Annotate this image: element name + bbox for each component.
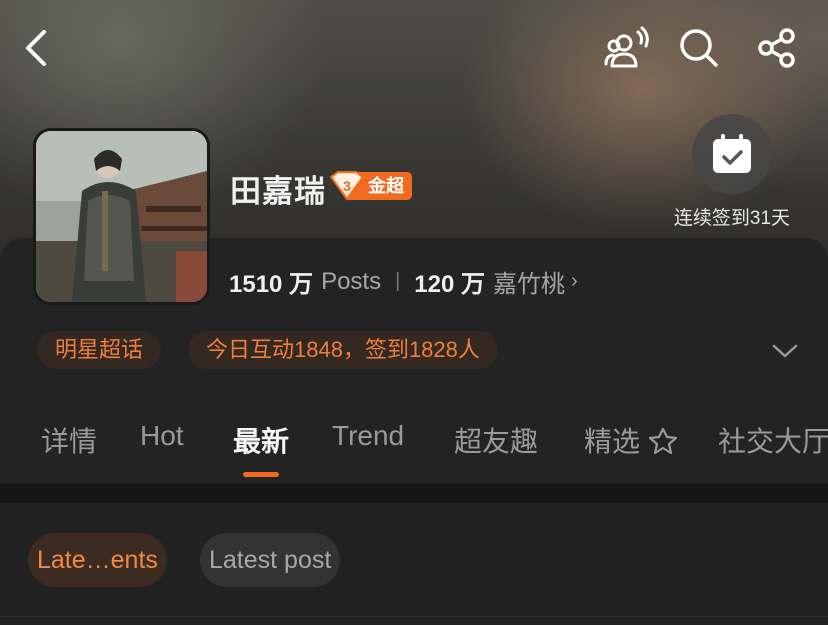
category-chip[interactable]: 明星超话 xyxy=(37,331,162,369)
fans-count: 120 万 xyxy=(414,271,486,298)
tab-social-hall[interactable]: 社交大厅 xyxy=(718,420,828,460)
star-outline-icon xyxy=(648,427,677,455)
tab-super-fun[interactable]: 超友趣 xyxy=(454,420,538,460)
tab-featured[interactable]: 精选 xyxy=(584,420,678,460)
chevron-down-icon xyxy=(772,344,798,358)
topic-avatar[interactable] xyxy=(33,128,210,305)
section-divider xyxy=(0,483,828,503)
chevron-right-icon: › xyxy=(571,270,578,292)
chevron-left-icon xyxy=(26,30,46,66)
sort-latest-post-button[interactable]: Latest post xyxy=(200,533,341,587)
checkin-button[interactable] xyxy=(692,114,772,194)
back-button[interactable] xyxy=(14,25,60,71)
activity-chip[interactable]: 今日互动1848，签到1828人 xyxy=(188,331,498,369)
tab-featured-label: 精选 xyxy=(584,426,641,457)
fans-label: 嘉竹桃 xyxy=(493,271,566,298)
active-tab-indicator xyxy=(243,472,279,477)
posts-label: Posts xyxy=(321,267,382,295)
expand-button[interactable] xyxy=(770,336,800,366)
topic-stats[interactable]: 1510 万 Posts | 120 万 嘉竹桃 › xyxy=(229,264,578,299)
sort-latest-comments-button[interactable]: Late…ents xyxy=(28,533,167,587)
share-button[interactable] xyxy=(754,25,800,71)
tab-hot[interactable]: Hot xyxy=(140,420,184,452)
checkin-streak-label: 连续签到31天 xyxy=(673,208,791,229)
tab-details[interactable]: 详情 xyxy=(41,420,97,460)
calendar-check-icon xyxy=(713,134,751,173)
group-voice-button[interactable] xyxy=(604,25,650,71)
group-voice-icon xyxy=(604,26,649,68)
posts-count: 1510 万 xyxy=(229,271,314,298)
diamond-level-icon: 3 xyxy=(329,171,365,201)
badge-level: 3 xyxy=(343,178,351,194)
tab-bar: 详情 Hot 最新 Trend 超友趣 精选 社交大厅 xyxy=(0,420,828,470)
search-button[interactable] xyxy=(676,25,722,71)
gold-super-badge[interactable]: 3 金超 xyxy=(328,171,412,201)
bottom-divider xyxy=(0,616,828,617)
topic-name: 田嘉瑞 xyxy=(230,174,326,209)
avatar-image xyxy=(36,131,207,302)
tab-trend[interactable]: Trend xyxy=(332,420,404,452)
share-icon xyxy=(758,28,795,68)
stats-divider: | xyxy=(395,270,401,292)
search-icon xyxy=(680,29,718,67)
tab-latest[interactable]: 最新 xyxy=(233,420,289,460)
